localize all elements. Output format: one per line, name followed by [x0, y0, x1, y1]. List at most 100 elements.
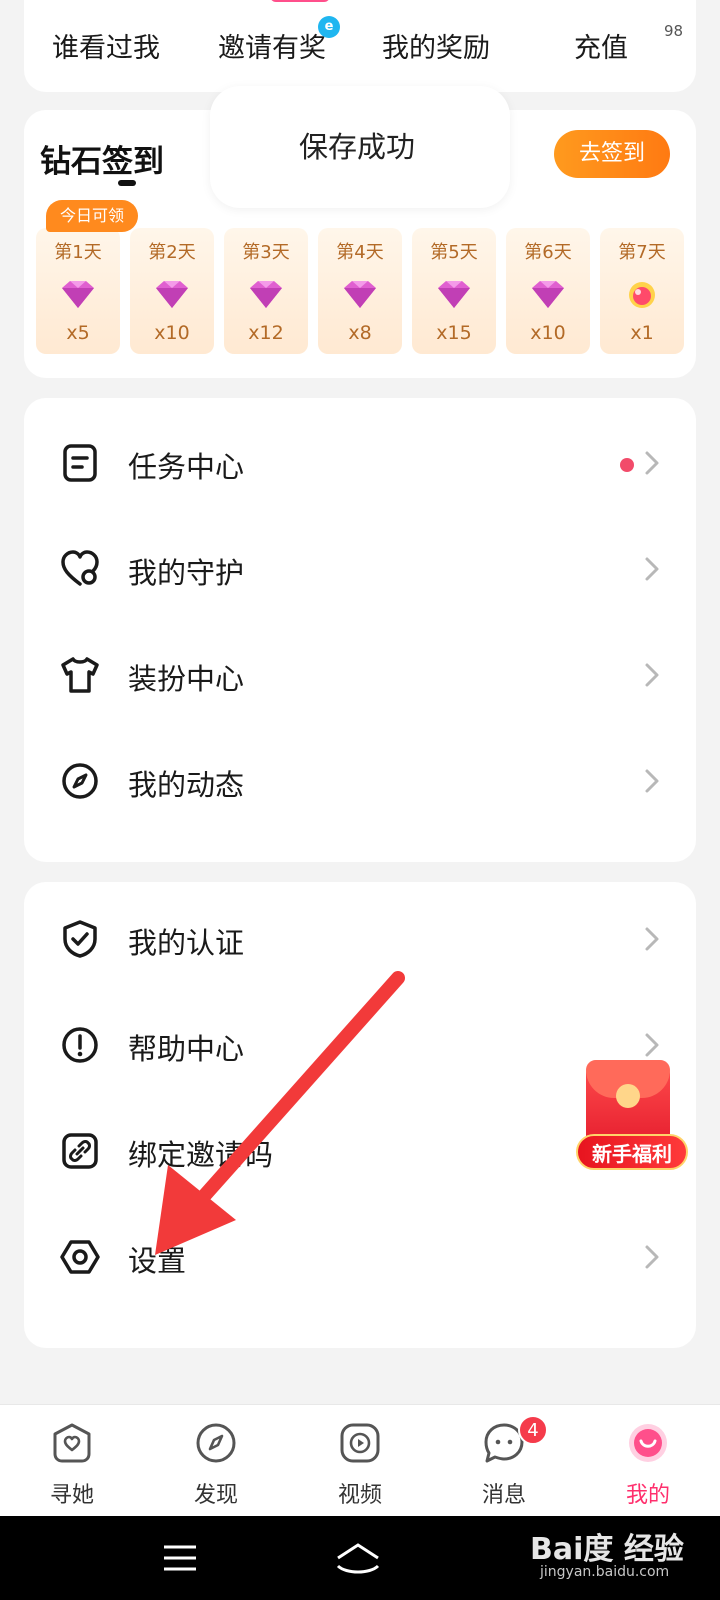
menu-label: 设置: [128, 1244, 187, 1278]
diamond-icon: [62, 281, 94, 308]
shirt-icon: [61, 657, 99, 693]
menu-label: 我的认证: [128, 926, 245, 960]
chevron-right-icon: [645, 927, 659, 951]
day-reward: x12: [248, 322, 284, 344]
new-icon: e: [318, 16, 340, 38]
heart-icon: [61, 550, 99, 586]
day-label: 第7天: [618, 242, 666, 263]
menu-item-task-center[interactable]: 任务中心: [24, 410, 696, 516]
sign-day-3[interactable]: 第3天 x12: [224, 228, 308, 354]
quick-item-rewards[interactable]: 我的奖励: [382, 26, 490, 65]
shield-icon: [63, 920, 97, 958]
diamond-icon: [344, 281, 376, 308]
menu-item-verification[interactable]: 我的认证: [24, 886, 696, 992]
chevron-right-icon: [645, 451, 659, 475]
menu-item-settings[interactable]: 设置: [24, 1204, 696, 1310]
quick-item-recharge[interactable]: 充值: [574, 26, 628, 65]
quick-item-invite[interactable]: 邀请有奖: [218, 26, 326, 65]
nav-tab-me[interactable]: 我的: [576, 1405, 720, 1517]
menu-icon[interactable]: [160, 1540, 200, 1576]
day-label: 第4天: [336, 242, 384, 263]
menu-card-primary: 任务中心 我的守护 装扮中心 我的动态: [24, 398, 696, 862]
compass-icon: [62, 763, 98, 799]
task-icon: [63, 444, 97, 482]
quick-links-card: 谁看过我 邀请有奖 e 我的奖励 充值 98: [24, 0, 696, 92]
sign-day-2[interactable]: 第2天 x10: [130, 228, 214, 354]
day-label: 第1天: [54, 242, 102, 263]
day-reward: x15: [436, 322, 472, 344]
newbie-gift-button[interactable]: 新手福利: [576, 1060, 688, 1172]
day-label: 第6天: [524, 242, 572, 263]
sign-title: 钻石签到: [40, 144, 164, 180]
sign-days: 今日可领 第1天 x5 第2天 x10 第3天 x12 第4天 x8 第5天 x…: [36, 200, 692, 354]
menu-item-dressup-center[interactable]: 装扮中心: [24, 622, 696, 728]
nav-label: 视频: [337, 1483, 382, 1508]
chevron-right-icon: [645, 769, 659, 793]
link-icon: [62, 1133, 98, 1169]
menu-label: 绑定邀请码: [128, 1138, 274, 1172]
save-success-toast: 保存成功: [210, 86, 510, 208]
unread-badge: 4: [518, 1415, 548, 1445]
unread-dot: [620, 458, 634, 472]
title-underline: [118, 180, 136, 186]
day-reward: x1: [630, 322, 654, 344]
sign-day-7[interactable]: 第7天 x1: [600, 228, 684, 354]
day-reward: x10: [154, 322, 190, 344]
home-heart-icon: [53, 1423, 91, 1463]
system-nav-bar: Bai度 经验 jingyan.baidu.com: [0, 1516, 720, 1600]
nav-label: 消息: [481, 1483, 526, 1508]
watermark-logo: Bai度 经验: [530, 1532, 684, 1567]
settings-icon: [60, 1240, 100, 1274]
quick-item-label: 谁看过我: [52, 33, 160, 64]
recharge-count: 98: [664, 22, 684, 40]
nav-tab-find-her[interactable]: 寻她: [0, 1405, 144, 1517]
quick-item-label: 邀请有奖: [218, 33, 326, 64]
alert-icon: [62, 1027, 98, 1063]
watermark-url: jingyan.baidu.com: [540, 1564, 670, 1580]
nav-label: 寻她: [49, 1483, 94, 1508]
day-label: 第2天: [148, 242, 196, 263]
quick-item-label: 充值: [574, 33, 628, 64]
chevron-right-icon: [645, 557, 659, 581]
bottom-nav: 寻她 发现 视频 4 消息 我的: [0, 1404, 720, 1516]
menu-label: 任务中心: [128, 450, 245, 484]
diamond-icon: [438, 281, 470, 308]
day-label: 第5天: [430, 242, 478, 263]
invite-icon-stub: [270, 0, 330, 2]
diamond-icon: [532, 281, 564, 308]
diamond-icon: [250, 281, 282, 308]
sign-day-6[interactable]: 第6天 x10: [506, 228, 590, 354]
sign-day-1[interactable]: 第1天 x5: [36, 228, 120, 354]
compass-icon: [196, 1423, 236, 1463]
go-sign-button[interactable]: 去签到: [554, 130, 670, 178]
nav-tab-video[interactable]: 视频: [288, 1405, 432, 1517]
gift-orb-icon: [629, 282, 655, 308]
sign-day-5[interactable]: 第5天 x15: [412, 228, 496, 354]
quick-item-visitors[interactable]: 谁看过我: [52, 26, 160, 65]
menu-item-my-posts[interactable]: 我的动态: [24, 728, 696, 834]
today-tag: 今日可领: [46, 200, 138, 232]
day-reward: x5: [66, 322, 90, 344]
chevron-right-icon: [645, 663, 659, 687]
day-reward: x10: [530, 322, 566, 344]
red-packet-seal: [616, 1084, 640, 1108]
day-label: 第3天: [242, 242, 290, 263]
nav-tab-messages[interactable]: 4 消息: [432, 1405, 576, 1517]
nav-label: 我的: [625, 1483, 670, 1508]
menu-label: 帮助中心: [128, 1032, 245, 1066]
nav-tab-discover[interactable]: 发现: [144, 1405, 288, 1517]
sign-day-4[interactable]: 第4天 x8: [318, 228, 402, 354]
menu-label: 装扮中心: [128, 662, 245, 696]
play-icon: [340, 1423, 380, 1463]
menu-label: 我的守护: [128, 556, 245, 590]
day-reward: x8: [348, 322, 372, 344]
home-icon[interactable]: [334, 1540, 382, 1576]
menu-item-my-guardian[interactable]: 我的守护: [24, 516, 696, 622]
nav-label: 发现: [193, 1483, 238, 1508]
menu-label: 我的动态: [128, 768, 245, 802]
smile-face-icon: [629, 1424, 667, 1462]
gift-label: 新手福利: [576, 1134, 688, 1170]
chevron-right-icon: [645, 1033, 659, 1057]
quick-item-label: 我的奖励: [382, 33, 490, 64]
chevron-right-icon: [645, 1245, 659, 1269]
